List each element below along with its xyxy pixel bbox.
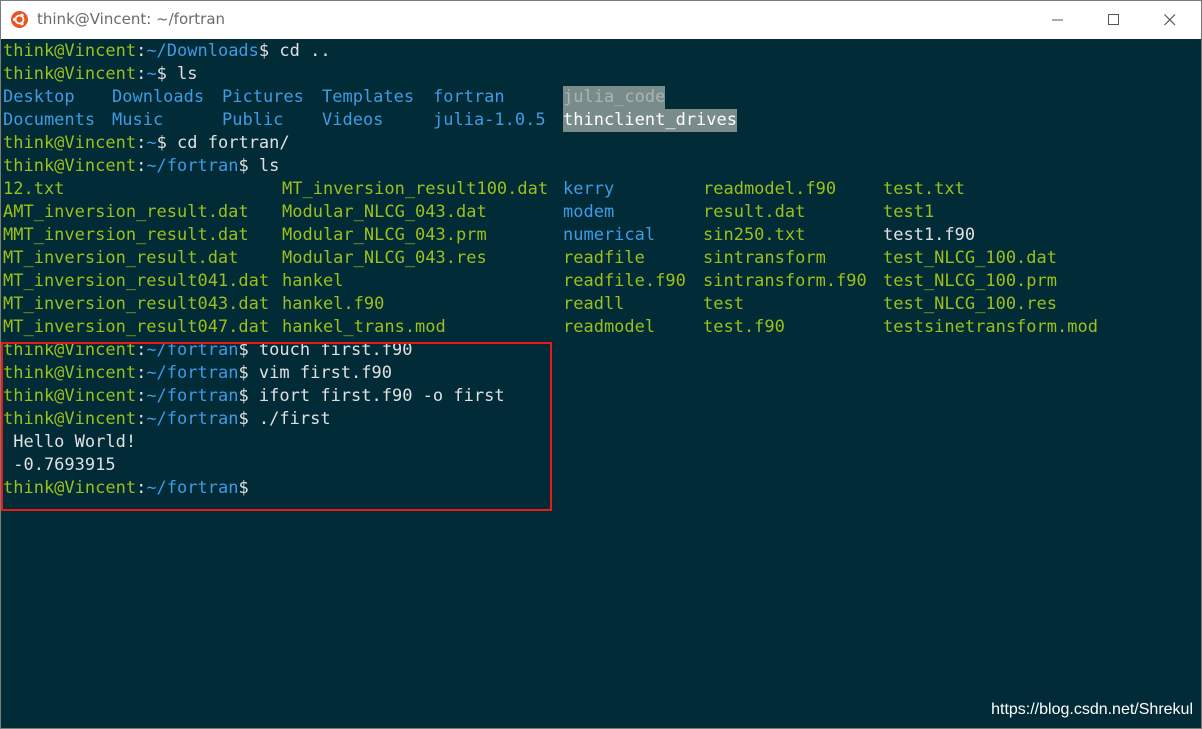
ls-entry-file: MT_inversion_result043.dat	[3, 294, 270, 314]
ls-entry-dir: numerical	[563, 225, 656, 245]
ls-entry-highlighted: julia_code	[563, 86, 666, 109]
ls-entry-file: testsinetransform.mod	[883, 317, 1098, 337]
ls-entry-file: sintransform.f90	[703, 271, 867, 291]
terminal-area[interactable]: think@Vincent:~/Downloads$ cd .. think@V…	[1, 39, 1201, 728]
ls-entry-file: readmodel.f90	[703, 179, 837, 199]
terminal-window: think@Vincent: ~/fortran think@Vincent:~…	[0, 0, 1202, 729]
ls-entry-file: test	[703, 294, 744, 314]
ls-entry-file: result.dat	[703, 202, 806, 222]
ls-entry-file: MT_inversion_result100.dat	[282, 179, 549, 199]
maximize-icon	[1108, 14, 1119, 25]
highlight-box	[1, 342, 552, 511]
ls-entry-file: sintransform	[703, 248, 826, 268]
ls-entry-dir: kerry	[563, 179, 615, 199]
title-bar[interactable]: think@Vincent: ~/fortran	[1, 1, 1201, 38]
ls-entry-dir: Downloads	[112, 87, 205, 107]
maximize-button[interactable]	[1086, 1, 1142, 38]
ls-entry-file: test_NLCG_100.prm	[883, 271, 1057, 291]
window-title: think@Vincent: ~/fortran	[37, 10, 226, 28]
ls-entry-file: readmodel	[563, 317, 656, 337]
ls-entry-file: 12.txt	[3, 179, 65, 199]
close-button[interactable]	[1142, 1, 1198, 38]
ls-entry-file: readfile	[563, 248, 645, 268]
ls-entry-file: MT_inversion_result.dat	[3, 248, 239, 268]
ls-entry-file: hankel	[282, 271, 344, 291]
ls-entry-file: Modular_NLCG_043.res	[282, 248, 487, 268]
ls-entry-dir: julia-1.0.5	[433, 110, 546, 130]
ls-entry-file: AMT_inversion_result.dat	[3, 202, 249, 222]
ls-entry-file: test1	[883, 202, 935, 222]
minimize-icon	[1052, 19, 1063, 21]
ls-entry-dir: Documents	[3, 110, 96, 130]
ls-entry-dir: Pictures	[222, 87, 304, 107]
ls-entry-file: readfile.f90	[563, 271, 686, 291]
ubuntu-icon	[11, 11, 28, 28]
ls-entry-dir: fortran	[433, 87, 505, 107]
ls-entry-dir: Templates	[322, 87, 415, 107]
ls-entry-file: sin250.txt	[703, 225, 806, 245]
close-icon	[1164, 14, 1176, 26]
ls-entry-file: MT_inversion_result047.dat	[3, 317, 270, 337]
ls-entry-file: hankel_trans.mod	[282, 317, 446, 337]
ls-entry-file: readll	[563, 294, 625, 314]
ls-entry-file: test_NLCG_100.dat	[883, 248, 1057, 268]
prompt-line: think@Vincent:~$ ls	[3, 64, 198, 84]
prompt-line: think@Vincent:~/Downloads$ cd ..	[3, 41, 331, 61]
ls-entry-dir: Desktop	[3, 87, 75, 107]
ls-entry-file: Modular_NLCG_043.dat	[282, 202, 487, 222]
ls-entry-file: MMT_inversion_result.dat	[3, 225, 249, 245]
ls-entry-dir: modem	[563, 202, 615, 222]
ls-entry-dir: Public	[222, 110, 284, 130]
prompt-line: think@Vincent:~/fortran$ ls	[3, 156, 280, 176]
ls-entry-highlighted: thinclient_drives	[563, 109, 737, 132]
ls-entry-file: test.f90	[703, 317, 785, 337]
ls-entry-dir: Videos	[322, 110, 384, 130]
ls-entry-file: hankel.f90	[282, 294, 385, 314]
minimize-button[interactable]	[1030, 1, 1086, 38]
watermark: https://blog.csdn.net/Shrekul	[991, 701, 1193, 718]
ls-entry-file: Modular_NLCG_043.prm	[282, 225, 487, 245]
ls-entry-file: test_NLCG_100.res	[883, 294, 1057, 314]
ls-entry-file: MT_inversion_result041.dat	[3, 271, 270, 291]
ls-entry-file: test.txt	[883, 179, 965, 199]
ls-entry-dir: Music	[112, 110, 164, 130]
ls-entry-file: test1.f90	[883, 225, 976, 245]
prompt-line: think@Vincent:~$ cd fortran/	[3, 133, 290, 153]
